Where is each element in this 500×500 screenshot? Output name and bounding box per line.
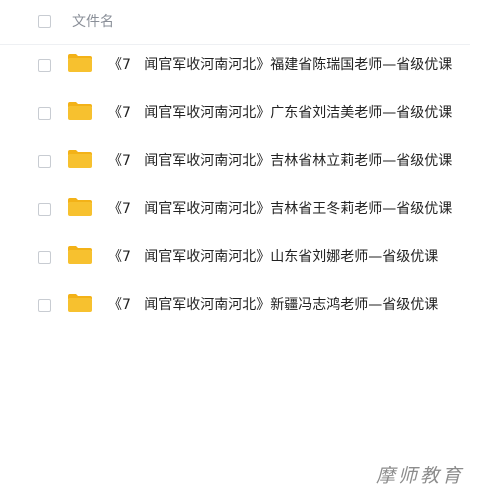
select-all-checkbox[interactable]: [38, 15, 51, 28]
file-row[interactable]: 《7 闻官军收河南河北》山东省刘娜老师—省级优课: [0, 236, 470, 284]
file-row-checkbox[interactable]: [38, 155, 51, 168]
file-row-checkbox[interactable]: [38, 203, 51, 216]
file-row[interactable]: 《7 闻官军收河南河北》新疆冯志鸿老师—省级优课: [0, 284, 470, 332]
file-row-checkbox[interactable]: [38, 107, 51, 120]
file-row-checkbox[interactable]: [38, 251, 51, 264]
file-list-header: 文件名: [0, 0, 470, 45]
file-browser: 文件名 《7 闻官军收河南河北》福建省陈瑞国老师—省级优课 《7 闻官军收河南河北…: [0, 0, 500, 500]
watermark: 摩师教育: [375, 465, 464, 487]
column-header-filename[interactable]: 文件名: [72, 11, 114, 31]
file-name[interactable]: 《7 闻官军收河南河北》新疆冯志鸿老师—省级优课: [108, 294, 438, 314]
file-name[interactable]: 《7 闻官军收河南河北》山东省刘娜老师—省级优课: [108, 246, 438, 266]
file-name[interactable]: 《7 闻官军收河南河北》福建省陈瑞国老师—省级优课: [108, 54, 452, 74]
file-row[interactable]: 《7 闻官军收河南河北》吉林省林立莉老师—省级优课: [0, 140, 470, 188]
file-name[interactable]: 《7 闻官军收河南河北》广东省刘洁美老师—省级优课: [108, 102, 452, 122]
file-list: 《7 闻官军收河南河北》福建省陈瑞国老师—省级优课 《7 闻官军收河南河北》广东省…: [0, 44, 470, 332]
file-row[interactable]: 《7 闻官军收河南河北》福建省陈瑞国老师—省级优课: [0, 44, 470, 92]
file-row[interactable]: 《7 闻官军收河南河北》广东省刘洁美老师—省级优课: [0, 92, 470, 140]
file-name[interactable]: 《7 闻官军收河南河北》吉林省王冬莉老师—省级优课: [108, 198, 452, 218]
file-name[interactable]: 《7 闻官军收河南河北》吉林省林立莉老师—省级优课: [108, 150, 452, 170]
file-row-checkbox[interactable]: [38, 59, 51, 72]
file-row-checkbox[interactable]: [38, 299, 51, 312]
file-row[interactable]: 《7 闻官军收河南河北》吉林省王冬莉老师—省级优课: [0, 188, 470, 236]
